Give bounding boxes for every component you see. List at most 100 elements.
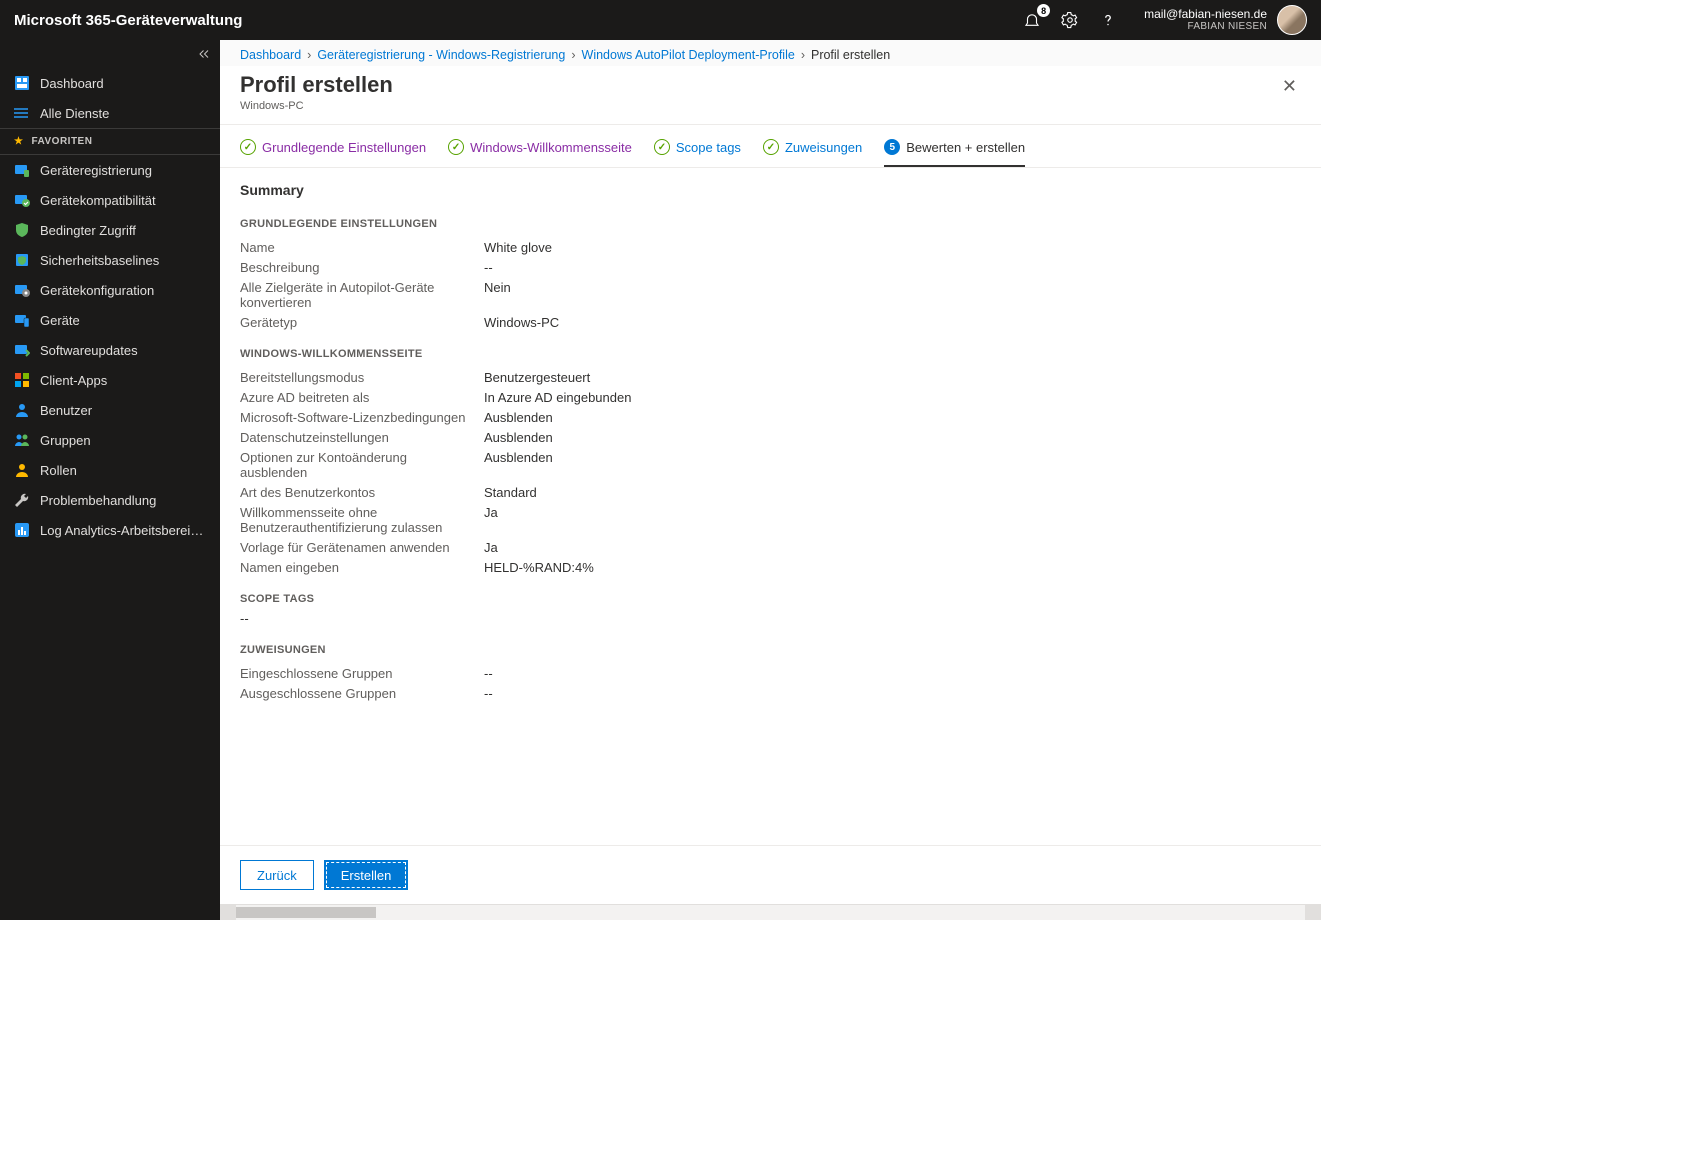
section-heading-assignments: ZUWEISUNGEN xyxy=(240,644,1301,656)
summary-heading: Summary xyxy=(240,182,1301,198)
tab-label: Bewerten + erstellen xyxy=(906,140,1025,155)
summary-value: Ausblenden xyxy=(484,430,553,445)
groups-icon xyxy=(14,432,30,448)
summary-key: Art des Benutzerkontos xyxy=(240,485,484,500)
summary-key: Beschreibung xyxy=(240,260,484,275)
summary-key: Datenschutzeinstellungen xyxy=(240,430,484,445)
user-name: FABIAN NIESEN xyxy=(1144,21,1267,32)
summary-row: Beschreibung-- xyxy=(240,260,1301,275)
summary-value: Ja xyxy=(484,540,498,555)
nav-label: Sicherheitsbaselines xyxy=(40,253,159,268)
nav-troubleshoot[interactable]: Problembehandlung xyxy=(0,485,220,515)
notification-badge: 8 xyxy=(1037,4,1050,17)
software-updates-icon xyxy=(14,342,30,358)
tab-review-create[interactable]: 5 Bewerten + erstellen xyxy=(884,139,1025,167)
favorites-label: FAVORITEN xyxy=(31,136,92,147)
help-icon[interactable] xyxy=(1098,10,1118,30)
summary-key: Gerätetyp xyxy=(240,315,484,330)
notifications-icon[interactable]: 8 xyxy=(1022,10,1042,30)
tab-oobe[interactable]: ✓ Windows-Willkommensseite xyxy=(448,139,632,167)
create-button[interactable]: Erstellen xyxy=(324,860,409,890)
settings-icon[interactable] xyxy=(1060,10,1080,30)
section-heading-basic: GRUNDLEGENDE EINSTELLUNGEN xyxy=(240,218,1301,230)
summary-key: Alle Zielgeräte in Autopilot-Geräte konv… xyxy=(240,280,484,310)
summary-row: BereitstellungsmodusBenutzergesteuert xyxy=(240,370,1301,385)
tab-scope-tags[interactable]: ✓ Scope tags xyxy=(654,139,741,167)
nav-label: Softwareupdates xyxy=(40,343,138,358)
summary-row: Microsoft-Software-LizenzbedingungenAusb… xyxy=(240,410,1301,425)
list-icon xyxy=(14,105,30,121)
summary-value: Standard xyxy=(484,485,537,500)
apps-icon xyxy=(14,372,30,388)
summary-value: -- xyxy=(484,666,493,681)
device-enrollment-icon xyxy=(14,162,30,178)
nav-dashboard[interactable]: Dashboard xyxy=(0,68,220,98)
nav-security-baselines[interactable]: Sicherheitsbaselines xyxy=(0,245,220,275)
breadcrumb-link[interactable]: Windows AutoPilot Deployment-Profile xyxy=(582,48,795,62)
check-icon: ✓ xyxy=(763,139,779,155)
summary-row: Vorlage für Gerätenamen anwendenJa xyxy=(240,540,1301,555)
tab-label: Windows-Willkommensseite xyxy=(470,140,632,155)
nav-log-analytics[interactable]: Log Analytics-Arbeitsbereic... xyxy=(0,515,220,545)
tab-label: Grundlegende Einstellungen xyxy=(262,140,426,155)
tab-assignments[interactable]: ✓ Zuweisungen xyxy=(763,139,862,167)
summary-key: Bereitstellungsmodus xyxy=(240,370,484,385)
summary-row: Alle Zielgeräte in Autopilot-Geräte konv… xyxy=(240,280,1301,310)
summary-key: Ausgeschlossene Gruppen xyxy=(240,686,484,701)
nav-label: Client-Apps xyxy=(40,373,107,388)
tab-label: Scope tags xyxy=(676,140,741,155)
summary-key: Name xyxy=(240,240,484,255)
nav-roles[interactable]: Rollen xyxy=(0,455,220,485)
nav-label: Geräteregistrierung xyxy=(40,163,152,178)
summary-row: Willkommensseite ohne Benutzerauthentifi… xyxy=(240,505,1301,535)
nav-label: Dashboard xyxy=(40,76,104,91)
collapse-sidebar-icon[interactable] xyxy=(0,40,220,68)
nav-conditional-access[interactable]: Bedingter Zugriff xyxy=(0,215,220,245)
user-email: mail@fabian-niesen.de xyxy=(1144,8,1267,21)
nav-label: Gerätekonfiguration xyxy=(40,283,154,298)
wrench-icon xyxy=(14,492,30,508)
horizontal-scrollbar[interactable] xyxy=(220,904,1321,920)
wizard-footer: Zurück Erstellen xyxy=(220,845,1321,904)
nav-device-compliance[interactable]: Gerätekompatibilität xyxy=(0,185,220,215)
nav-label: Rollen xyxy=(40,463,77,478)
nav-client-apps[interactable]: Client-Apps xyxy=(0,365,220,395)
summary-value: Ja xyxy=(484,505,498,535)
sidebar: Dashboard Alle Dienste ★ FAVORITEN Gerät… xyxy=(0,40,220,920)
main: Dashboard › Geräteregistrierung - Window… xyxy=(220,40,1321,920)
favorites-header: ★ FAVORITEN xyxy=(0,128,220,155)
nav-label: Log Analytics-Arbeitsbereic... xyxy=(40,523,206,538)
back-button[interactable]: Zurück xyxy=(240,860,314,890)
nav-software-updates[interactable]: Softwareupdates xyxy=(0,335,220,365)
nav-device-configuration[interactable]: Gerätekonfiguration xyxy=(0,275,220,305)
breadcrumb-link[interactable]: Geräteregistrierung - Windows-Registrier… xyxy=(317,48,565,62)
tab-basic-settings[interactable]: ✓ Grundlegende Einstellungen xyxy=(240,139,426,167)
section-heading-oobe: WINDOWS-WILLKOMMENSSEITE xyxy=(240,348,1301,360)
breadcrumb-link[interactable]: Dashboard xyxy=(240,48,301,62)
device-config-icon xyxy=(14,282,30,298)
chevron-right-icon: › xyxy=(571,48,575,62)
summary-value: HELD-%RAND:4% xyxy=(484,560,594,575)
nav-users[interactable]: Benutzer xyxy=(0,395,220,425)
page-title: Profil erstellen xyxy=(240,72,393,98)
summary-value: Ausblenden xyxy=(484,450,553,480)
nav-groups[interactable]: Gruppen xyxy=(0,425,220,455)
breadcrumb: Dashboard › Geräteregistrierung - Window… xyxy=(220,40,1321,66)
nav-all-services[interactable]: Alle Dienste xyxy=(0,98,220,128)
step-number-badge: 5 xyxy=(884,139,900,155)
summary-key: Willkommensseite ohne Benutzerauthentifi… xyxy=(240,505,484,535)
nav-label: Bedingter Zugriff xyxy=(40,223,136,238)
nav-label: Problembehandlung xyxy=(40,493,156,508)
summary-row: Azure AD beitreten alsIn Azure AD eingeb… xyxy=(240,390,1301,405)
summary-row: Eingeschlossene Gruppen-- xyxy=(240,666,1301,681)
nav-device-enrollment[interactable]: Geräteregistrierung xyxy=(0,155,220,185)
app-title: Microsoft 365-Geräteverwaltung xyxy=(14,12,242,29)
avatar xyxy=(1277,5,1307,35)
nav-label: Geräte xyxy=(40,313,80,328)
user-menu[interactable]: mail@fabian-niesen.de FABIAN NIESEN xyxy=(1144,5,1307,35)
nav-devices[interactable]: Geräte xyxy=(0,305,220,335)
close-icon[interactable]: ✕ xyxy=(1278,72,1301,101)
check-icon: ✓ xyxy=(448,139,464,155)
summary-value: Benutzergesteuert xyxy=(484,370,590,385)
summary-value: -- xyxy=(484,260,493,275)
